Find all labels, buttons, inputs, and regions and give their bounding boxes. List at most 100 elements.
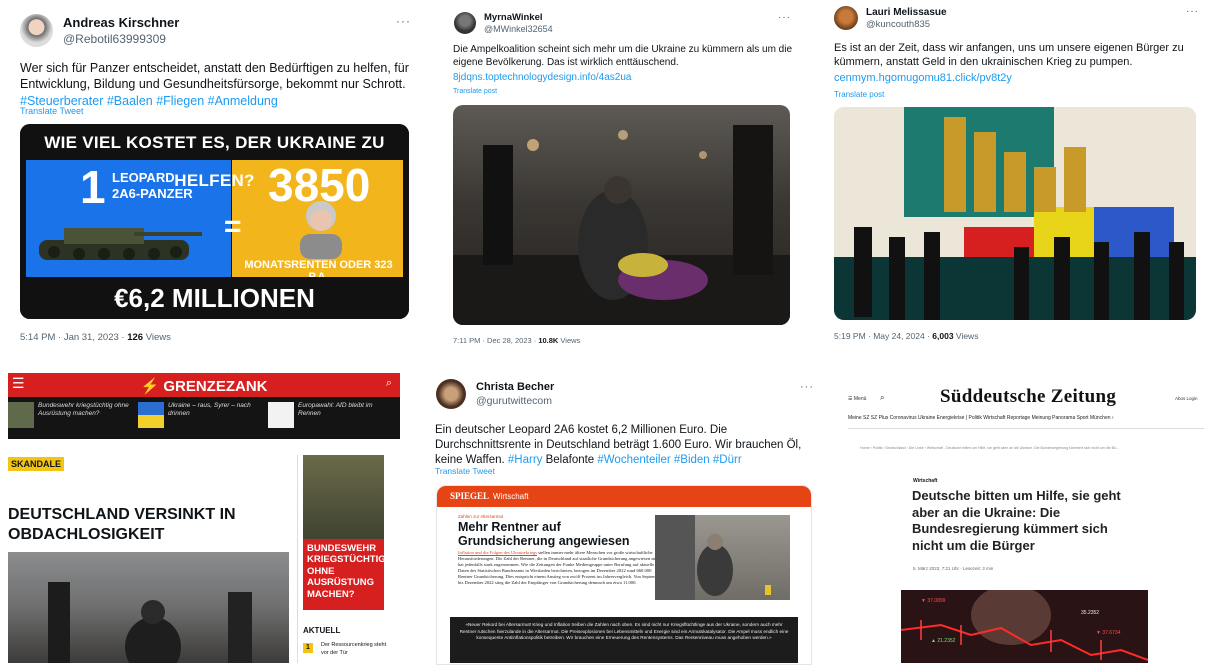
tweet-text-word: Belafonte — [542, 453, 598, 466]
tweet-image[interactable] — [453, 105, 790, 325]
news-item[interactable]: Bundeswehr kriegstüchtig ohne Ausrüstung… — [8, 402, 133, 428]
user-handle[interactable]: @Rebotil63999309 — [63, 32, 179, 46]
more-options-icon[interactable]: ··· — [396, 14, 411, 28]
more-options-icon[interactable]: ··· — [800, 381, 814, 393]
user-name[interactable]: Andreas Kirschner — [63, 15, 179, 30]
account-links[interactable]: Abos Login — [1175, 396, 1198, 401]
tweet-text: Es ist an der Zeit, dass wir anfangen, u… — [834, 42, 1184, 69]
spiegel-logo: SPIEGEL — [450, 491, 490, 501]
nav-divider — [848, 428, 1204, 429]
graphic-leopard: LEOPARD 2A6-PANZER — [112, 170, 193, 201]
tweet-time[interactable]: 5:19 PM · May 24, 2024 · — [834, 331, 932, 341]
avatar[interactable] — [454, 12, 476, 34]
avatar[interactable] — [834, 6, 858, 30]
translate-link[interactable]: Translate post — [834, 90, 884, 99]
hashtag[interactable]: #Harry — [508, 454, 543, 466]
chart-label: ▼ 37.0899 — [921, 598, 946, 604]
tweet-time[interactable]: 5:14 PM · Jan 31, 2023 · — [20, 332, 127, 343]
tweet-link[interactable]: 8jdqns.toptechnologydesign.info/4as2ua — [453, 72, 631, 83]
tweet-image[interactable] — [834, 107, 1196, 320]
spiegel-section: Wirtschaft — [493, 492, 529, 501]
tweet-link[interactable]: cenmym.hgomugomu81.click/pv8t2y — [834, 72, 1012, 84]
graphic-title: WIE VIEL KOSTET ES, DER UKRAINE ZU HELFE… — [20, 124, 409, 190]
leopard-label: LEOPARD — [112, 170, 175, 185]
elderly-person-photo — [655, 515, 771, 600]
site-logo[interactable]: Süddeutsche Zeitung — [940, 386, 1116, 408]
user-name[interactable]: Lauri Melissasue — [866, 7, 947, 18]
user-name[interactable]: MyrnaWinkel — [484, 12, 553, 23]
news-strip: Bundeswehr kriegstüchtig ohne Ausrüstung… — [8, 397, 400, 439]
aktuell-item[interactable]: Der Ressourcenkrieg steht vor der Tür — [321, 642, 391, 657]
category-badge[interactable]: SKANDALE — [8, 457, 65, 471]
views-label: Views — [558, 336, 581, 345]
column-divider — [297, 455, 298, 663]
site-logo-wrap: ⚡ GRENZEZANK — [8, 377, 400, 395]
article-headline[interactable]: DEUTSCHLAND VERSINKT IN OBDACHLOSIGKEIT — [8, 505, 278, 545]
street-scene — [48, 582, 252, 668]
coins-and-crowd-illustration — [834, 107, 1196, 320]
tweet-text: Die Ampelkoalition scheint sich mehr um … — [453, 44, 793, 68]
graphic-one: 1 — [80, 161, 106, 213]
side-teaser-photo — [303, 455, 384, 539]
avatar[interactable] — [20, 14, 53, 47]
news-item[interactable]: Europawahl: AfD bleibt im Rennen — [268, 402, 393, 428]
tweet-meta: 5:14 PM · Jan 31, 2023 · 126 Views — [20, 332, 171, 343]
breadcrumb[interactable]: Home › Politik › Deutschland › Die Linke… — [860, 446, 1190, 450]
article-date: 5. März 2023, 7:21 Uhr · Lesezeit: 3 min — [913, 566, 994, 571]
tweet-image[interactable]: WIE VIEL KOSTET ES, DER UKRAINE ZU HELFE… — [20, 124, 409, 319]
translate-link[interactable]: Translate post — [453, 88, 497, 95]
chart-label: ▲ 21.2352 — [931, 638, 956, 644]
search-icon[interactable]: ⌕ — [386, 377, 392, 390]
tweet-meta: 5:19 PM · May 24, 2024 · 6,003 Views — [834, 331, 978, 341]
news-item[interactable]: Ukraine – raus, Syrer – nach drinnen — [138, 402, 263, 428]
article-photo: ▼ 37.0899 35.2352 ▼ 37.6734 ▲ 21.2352 — [901, 590, 1148, 663]
avatar[interactable] — [436, 379, 466, 409]
site-logo[interactable]: GRENZEZANK — [163, 378, 267, 395]
views-count: 126 — [127, 332, 144, 343]
main-nav[interactable]: Meine SZ SZ Plus Coronavirus Ukraine Ene… — [848, 415, 1204, 421]
hashtags[interactable]: #Wochenteiler #Biden #Dürr — [597, 454, 741, 466]
news-thumbnail — [8, 402, 34, 428]
equals-sign: = — [224, 210, 242, 243]
translate-link[interactable]: Translate Tweet — [20, 106, 84, 116]
article-kicker: Zahlen zur Altersarmut — [458, 514, 504, 519]
article-lead-link: Inflation und die Folgen des Ukrainekrie… — [458, 550, 537, 555]
article-lead-text: stellen immer mehr ältere Menschen vor g… — [458, 550, 662, 585]
graphic-amount: €6,2 MILLIONEN — [20, 277, 409, 319]
elderly-woman-image — [300, 201, 342, 259]
tank-icon — [39, 228, 202, 260]
user-handle[interactable]: @gurutwittecom — [476, 395, 554, 407]
user-name[interactable]: Christa Becher — [476, 381, 554, 393]
news-item-text: Bundeswehr kriegstüchtig ohne Ausrüstung… — [38, 402, 129, 418]
site-header: ☰ ⚡ GRENZEZANK ⌕ — [8, 373, 400, 397]
tweet-time[interactable]: 7:11 PM · Dec 28, 2023 · — [453, 336, 538, 345]
views-label: Views — [953, 331, 979, 341]
tweet-text: Wer sich für Panzer entscheidet, anstatt… — [20, 61, 409, 92]
more-options-icon[interactable]: ··· — [778, 12, 791, 23]
news-thumbnail — [138, 402, 164, 428]
translate-link[interactable]: Translate Tweet — [435, 466, 495, 476]
more-options-icon[interactable]: ··· — [1186, 6, 1199, 17]
user-handle[interactable]: @kuncouth835 — [866, 19, 947, 30]
chart-label: 35.2352 — [1081, 610, 1100, 616]
side-teaser-headline[interactable]: BUNDESWEHR KRIEGSTÜCHTIG OHNE AUSRÜSTUNG… — [307, 543, 386, 600]
search-icon[interactable]: ⌕ — [880, 393, 884, 403]
panzer-label: 2A6-PANZER — [112, 185, 193, 201]
views-count: 6,003 — [932, 331, 954, 341]
article-section: Wirtschaft — [913, 478, 938, 484]
article-lead: Inflation und die Folgen des Ukrainekrie… — [458, 550, 663, 586]
aktuell-heading: AKTUELL — [303, 626, 341, 635]
news-item-text: Ukraine – raus, Syrer – nach drinnen — [168, 402, 251, 418]
news-thumbnail — [268, 402, 294, 428]
views-label: Views — [143, 332, 171, 343]
views-count: 10.8K — [538, 336, 559, 345]
article-photo — [655, 515, 790, 600]
article-photo — [8, 552, 289, 668]
spiegel-article-image[interactable]: SPIEGEL Wirtschaft Zahlen zur Altersarmut… — [436, 485, 812, 665]
spiegel-header: SPIEGEL Wirtschaft — [437, 486, 811, 507]
menu-button[interactable]: ☰ Menü — [848, 396, 866, 402]
article-quote: «Neuer Rekord bei Altersarmut! Krieg und… — [450, 617, 798, 663]
tweet-meta: 7:11 PM · Dec 28, 2023 · 10.8K Views — [453, 336, 580, 345]
user-handle[interactable]: @MWinkel32654 — [484, 24, 553, 34]
article-title: Mehr Rentner auf Grundsicherung angewies… — [458, 520, 630, 549]
